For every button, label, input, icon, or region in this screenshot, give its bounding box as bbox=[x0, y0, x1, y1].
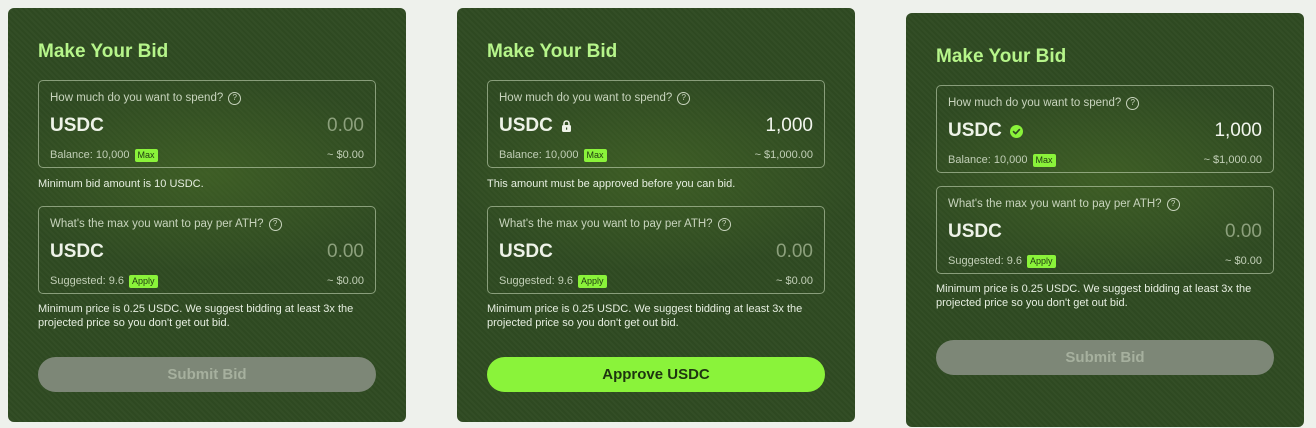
balance-text: Balance: 10,000 bbox=[948, 154, 1028, 166]
apply-button[interactable]: Apply bbox=[578, 274, 607, 288]
bid-card-approved: Make Your Bid How much do you want to sp… bbox=[906, 13, 1304, 427]
usd-value: ~ $0.00 bbox=[326, 149, 364, 161]
help-icon[interactable]: ? bbox=[1166, 197, 1180, 211]
price-field[interactable]: What's the max you want to pay per ATH? … bbox=[487, 206, 825, 294]
card-title: Make Your Bid bbox=[936, 46, 1067, 67]
help-icon[interactable]: ? bbox=[677, 91, 691, 105]
price-label: What's the max you want to pay per ATH? bbox=[50, 218, 264, 230]
price-amount-input[interactable]: 0.00 bbox=[776, 241, 813, 263]
spend-amount-input[interactable]: 0.00 bbox=[327, 115, 364, 137]
usd-value: ~ $1,000.00 bbox=[1203, 154, 1262, 166]
usd-value: ~ $0.00 bbox=[326, 275, 364, 287]
spend-label: How much do you want to spend? bbox=[50, 92, 224, 104]
apply-button[interactable]: Apply bbox=[129, 274, 158, 288]
max-button[interactable]: Max bbox=[134, 148, 158, 162]
suggested-text: Suggested: 9.6 bbox=[948, 255, 1023, 267]
help-icon[interactable]: ? bbox=[717, 217, 731, 231]
usd-value: ~ $0.00 bbox=[775, 275, 813, 287]
spend-field[interactable]: How much do you want to spend? ? USDC 0.… bbox=[38, 80, 376, 168]
price-label: What's the max you want to pay per ATH? bbox=[948, 198, 1162, 210]
spend-amount-input[interactable]: 1,000 bbox=[765, 115, 813, 137]
currency-label: USDC bbox=[499, 241, 553, 262]
currency-label: USDC bbox=[50, 241, 104, 262]
help-icon[interactable]: ? bbox=[1126, 96, 1140, 110]
approve-usdc-button[interactable]: Approve USDC bbox=[487, 357, 825, 392]
submit-bid-button[interactable]: Submit Bid bbox=[936, 340, 1274, 375]
spend-label: How much do you want to spend? bbox=[499, 92, 673, 104]
spend-amount-input[interactable]: 1,000 bbox=[1214, 120, 1262, 142]
price-note: Minimum price is 0.25 USDC. We suggest b… bbox=[487, 303, 803, 329]
help-icon[interactable]: ? bbox=[228, 91, 242, 105]
max-button[interactable]: Max bbox=[1032, 153, 1056, 167]
spend-field[interactable]: How much do you want to spend? ? USDC 1,… bbox=[936, 85, 1274, 173]
balance-text: Balance: 10,000 bbox=[499, 149, 579, 161]
help-icon[interactable]: ? bbox=[268, 217, 282, 231]
apply-button[interactable]: Apply bbox=[1027, 254, 1056, 268]
suggested-text: Suggested: 9.6 bbox=[50, 275, 125, 287]
bid-card-empty: Make Your Bid How much do you want to sp… bbox=[8, 8, 406, 422]
usd-value: ~ $1,000.00 bbox=[754, 149, 813, 161]
currency-label: USDC bbox=[50, 115, 104, 136]
approval-note: This amount must be approved before you … bbox=[487, 178, 736, 190]
currency-label: USDC bbox=[499, 115, 553, 136]
usd-value: ~ $0.00 bbox=[1224, 255, 1262, 267]
submit-bid-button[interactable]: Submit Bid bbox=[38, 357, 376, 392]
bid-card-approve: Make Your Bid How much do you want to sp… bbox=[457, 8, 855, 422]
card-title: Make Your Bid bbox=[487, 41, 618, 62]
check-circle-icon bbox=[1009, 124, 1023, 138]
price-label: What's the max you want to pay per ATH? bbox=[499, 218, 713, 230]
price-field[interactable]: What's the max you want to pay per ATH? … bbox=[38, 206, 376, 294]
price-amount-input[interactable]: 0.00 bbox=[1225, 221, 1262, 243]
spend-label: How much do you want to spend? bbox=[948, 97, 1122, 109]
lock-icon bbox=[561, 120, 572, 132]
balance-text: Balance: 10,000 bbox=[50, 149, 130, 161]
currency-label: USDC bbox=[948, 221, 1002, 242]
price-note: Minimum price is 0.25 USDC. We suggest b… bbox=[38, 303, 354, 329]
price-note: Minimum price is 0.25 USDC. We suggest b… bbox=[936, 283, 1252, 309]
suggested-text: Suggested: 9.6 bbox=[499, 275, 574, 287]
currency-label: USDC bbox=[948, 120, 1002, 141]
spend-field[interactable]: How much do you want to spend? ? USDC 1,… bbox=[487, 80, 825, 168]
price-field[interactable]: What's the max you want to pay per ATH? … bbox=[936, 186, 1274, 274]
max-button[interactable]: Max bbox=[583, 148, 607, 162]
card-title: Make Your Bid bbox=[38, 41, 169, 62]
price-amount-input[interactable]: 0.00 bbox=[327, 241, 364, 263]
spend-note: Minimum bid amount is 10 USDC. bbox=[38, 178, 204, 190]
